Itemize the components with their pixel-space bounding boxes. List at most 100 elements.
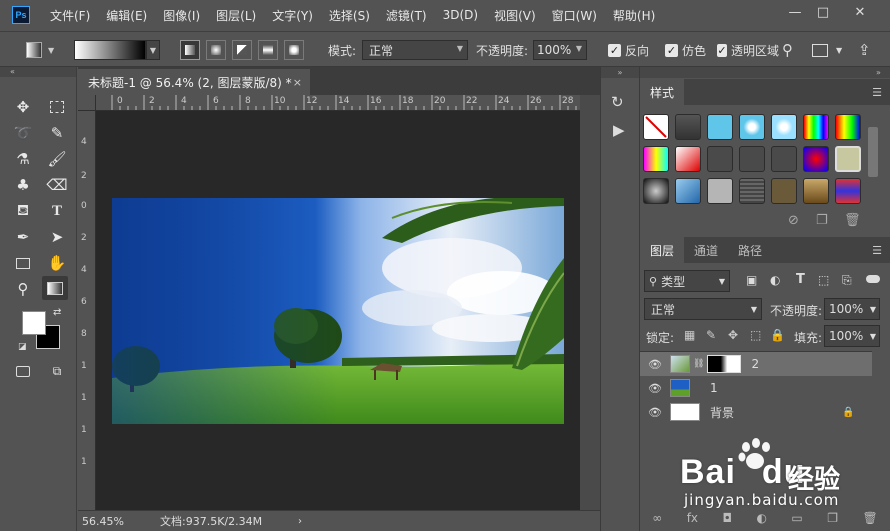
gradient-swatch[interactable]: [74, 40, 146, 60]
style-swatch[interactable]: [835, 146, 861, 172]
tool-preset-picker[interactable]: ▼: [26, 32, 54, 68]
panel-menu-icon[interactable]: ☰: [872, 86, 882, 99]
paint-bucket-tool-icon[interactable]: ⛾: [10, 199, 36, 223]
ruler-origin[interactable]: [78, 95, 96, 111]
styles-scrollbar[interactable]: [868, 127, 878, 177]
menu-window[interactable]: 窗口(W): [552, 7, 597, 24]
collapse-icon[interactable]: »: [640, 67, 890, 78]
trash-icon[interactable]: 🗑: [844, 213, 861, 228]
menu-filter[interactable]: 滤镜(T): [386, 7, 427, 24]
tab-styles[interactable]: 样式: [640, 79, 685, 105]
visibility-eye-icon[interactable]: 👁: [640, 406, 670, 419]
type-filter-icon[interactable]: T: [796, 272, 805, 287]
chevron-right-icon[interactable]: ›: [298, 516, 302, 527]
type-tool-icon[interactable]: T: [44, 199, 70, 223]
lock-position-icon[interactable]: ✥: [728, 328, 738, 342]
zoom-level[interactable]: 56.45%: [82, 515, 124, 528]
layer-name[interactable]: 1: [710, 381, 718, 395]
visibility-eye-icon[interactable]: 👁: [640, 358, 670, 371]
menu-image[interactable]: 图像(I): [163, 7, 200, 24]
style-swatch[interactable]: [803, 178, 829, 204]
style-swatch[interactable]: [739, 114, 765, 140]
layer-row[interactable]: 👁 背景 🔒: [640, 400, 872, 424]
workspace-button[interactable]: ▼: [812, 32, 842, 68]
quick-mask-icon[interactable]: [10, 359, 36, 383]
layer-name[interactable]: 背景: [710, 404, 734, 421]
rectangle-tool-icon[interactable]: [10, 251, 36, 275]
shape-filter-icon[interactable]: ⬚: [818, 273, 829, 287]
maximize-button[interactable]: □: [808, 0, 838, 24]
lock-transparent-icon[interactable]: ▦: [684, 328, 695, 342]
eraser-tool-icon[interactable]: ⌫: [44, 173, 70, 197]
lock-all-icon[interactable]: 🔒: [770, 328, 785, 342]
hand-tool-icon[interactable]: ✋: [44, 251, 70, 275]
visibility-eye-icon[interactable]: 👁: [640, 382, 670, 395]
minimize-button[interactable]: —: [780, 0, 810, 24]
layer-opacity-input[interactable]: 100% ▼: [824, 298, 880, 320]
layer-row[interactable]: 👁 ⛓ 2: [640, 352, 872, 376]
layer-row[interactable]: 👁 1: [640, 376, 872, 400]
share-icon[interactable]: ⇪: [858, 32, 871, 68]
dither-checkbox[interactable]: ✓ 仿色: [665, 32, 706, 68]
adjustment-filter-icon[interactable]: ◐: [770, 273, 780, 287]
linear-gradient-button[interactable]: [180, 40, 200, 60]
menu-select[interactable]: 选择(S): [329, 7, 370, 24]
default-colors-icon[interactable]: ◪: [18, 342, 27, 352]
eyedropper-tool-icon[interactable]: ⚗: [10, 147, 36, 171]
style-swatch[interactable]: [771, 146, 797, 172]
style-swatch[interactable]: [707, 178, 733, 204]
opacity-input[interactable]: 100% ▼: [533, 40, 587, 60]
tab-layers[interactable]: 图层: [640, 237, 685, 263]
menu-help[interactable]: 帮助(H): [613, 7, 655, 24]
collapse-icon[interactable]: »: [601, 67, 639, 78]
menu-file[interactable]: 文件(F): [50, 7, 90, 24]
canvas-image[interactable]: [112, 198, 564, 424]
lock-artboard-icon[interactable]: ⬚: [750, 328, 761, 342]
layer-name[interactable]: 2: [751, 357, 759, 371]
vertical-ruler[interactable]: 4 2 0 2 4 6 8 1 1 1 1: [78, 111, 96, 510]
move-tool-icon[interactable]: ✥: [10, 95, 36, 119]
style-swatch[interactable]: [739, 178, 765, 204]
history-icon[interactable]: ↻: [611, 93, 624, 111]
horizontal-ruler[interactable]: 0 2 4 6 8 10 12 14 16 18 20 22 24 26 28: [96, 95, 580, 111]
style-swatch[interactable]: [835, 178, 861, 204]
style-swatch[interactable]: [675, 178, 701, 204]
menu-layer[interactable]: 图层(L): [216, 7, 256, 24]
zoom-tool-icon[interactable]: ⚲: [10, 277, 36, 301]
smart-object-filter-icon[interactable]: ⎘: [842, 273, 852, 288]
layer-mask-thumbnail[interactable]: [707, 355, 742, 373]
style-swatch[interactable]: [739, 146, 765, 172]
reverse-checkbox[interactable]: ✓ 反向: [608, 32, 649, 68]
reflected-gradient-button[interactable]: [258, 40, 278, 60]
style-swatch[interactable]: [707, 114, 733, 140]
stamp-tool-icon[interactable]: ♣: [10, 173, 36, 197]
pen-tool-icon[interactable]: ✒: [10, 225, 36, 249]
style-swatch[interactable]: [803, 114, 829, 140]
marquee-tool-icon[interactable]: [44, 95, 70, 119]
collapse-icon[interactable]: «: [0, 67, 76, 77]
menu-edit[interactable]: 编辑(E): [106, 7, 147, 24]
tab-paths[interactable]: 路径: [728, 237, 772, 263]
gradient-tool-icon[interactable]: [42, 276, 68, 300]
style-none[interactable]: [643, 114, 669, 140]
style-swatch[interactable]: [643, 146, 669, 172]
mode-select[interactable]: 正常 ▼: [362, 40, 468, 60]
new-style-icon[interactable]: ❐: [816, 213, 828, 228]
style-swatch[interactable]: [675, 146, 701, 172]
menu-view[interactable]: 视图(V): [494, 7, 536, 24]
menu-3d[interactable]: 3D(D): [443, 8, 478, 22]
brush-tool-icon[interactable]: 🖌: [44, 147, 70, 171]
chain-link-icon[interactable]: ⛓: [693, 359, 704, 369]
close-icon[interactable]: ×: [293, 76, 302, 89]
menu-type[interactable]: 文字(Y): [272, 7, 313, 24]
style-swatch[interactable]: [643, 178, 669, 204]
fill-input[interactable]: 100% ▼: [824, 325, 880, 347]
style-swatch[interactable]: [707, 146, 733, 172]
layer-filter-select[interactable]: ⚲ 类型 ▼: [644, 270, 730, 292]
style-swatch[interactable]: [835, 114, 861, 140]
transparency-checkbox[interactable]: ✓ 透明区域: [717, 32, 779, 68]
photoshop-logo[interactable]: Ps: [12, 6, 30, 24]
angle-gradient-button[interactable]: [232, 40, 252, 60]
chevron-down-icon[interactable]: ▼: [146, 40, 160, 60]
quick-selection-tool-icon[interactable]: ✎: [44, 121, 70, 145]
